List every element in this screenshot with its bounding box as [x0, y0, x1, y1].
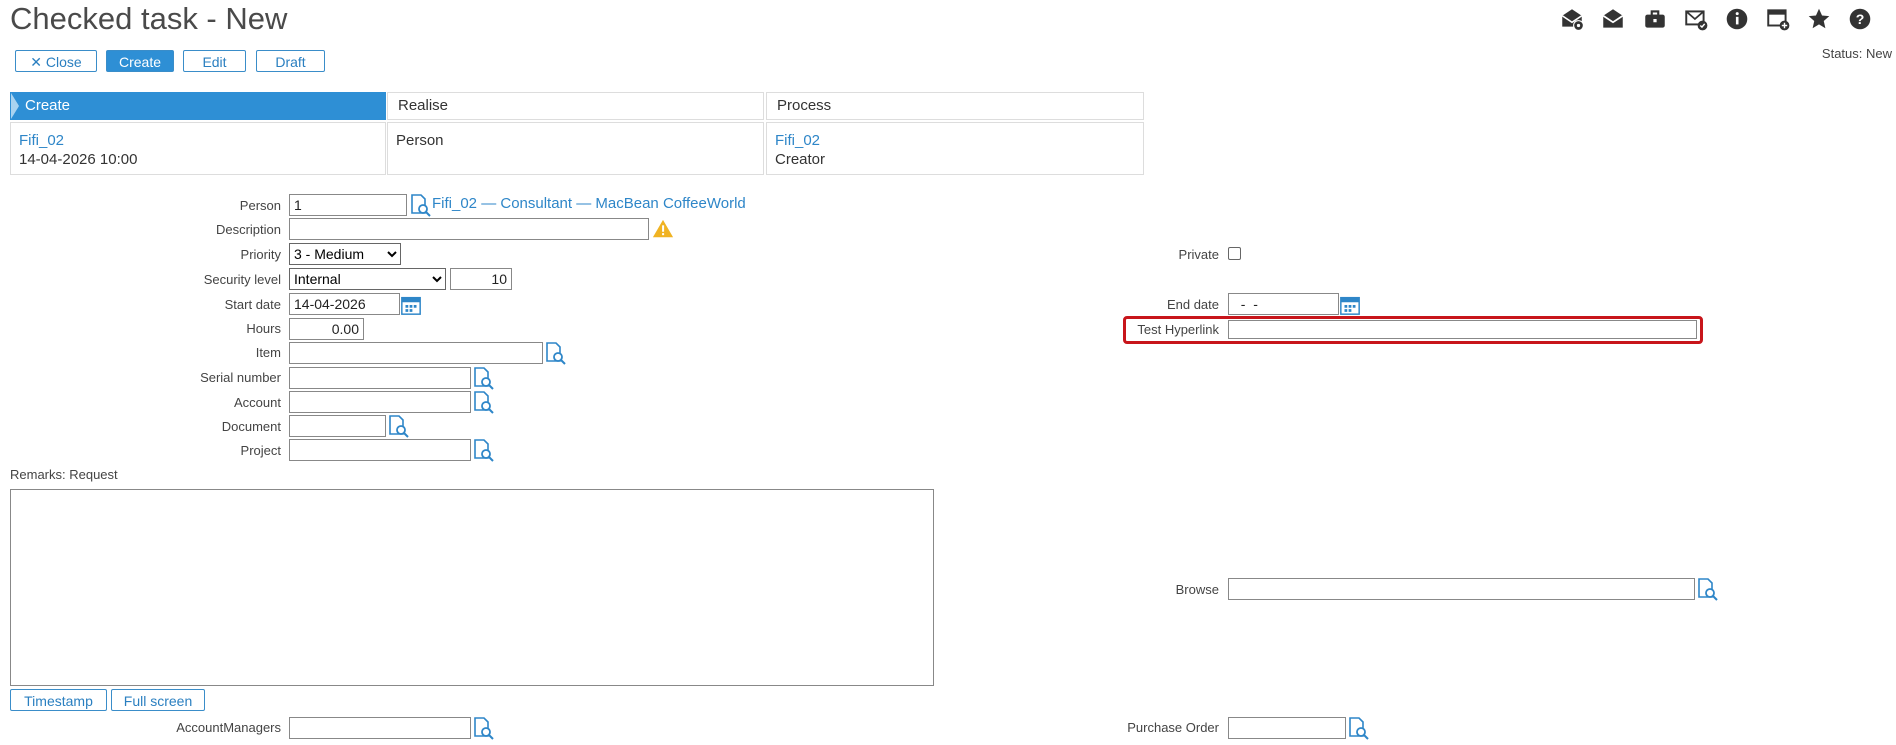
workflow-process-role: Creator — [775, 151, 826, 168]
item-label: Item — [255, 345, 281, 360]
security-level-select[interactable]: Internal — [289, 268, 446, 290]
item-input[interactable] — [289, 342, 543, 364]
workflow-process-header: Process — [766, 92, 1144, 120]
project-lookup-icon[interactable] — [471, 438, 495, 462]
draft-button[interactable]: Draft — [256, 50, 325, 72]
person-link[interactable]: Fifi_02 — Consultant — MacBean CoffeeWor… — [432, 195, 746, 212]
priority-select[interactable]: 3 - Medium — [289, 243, 401, 265]
timestamp-button[interactable]: Timestamp — [10, 689, 107, 711]
info-icon[interactable] — [1724, 6, 1750, 32]
browse-input[interactable] — [1228, 578, 1695, 600]
full-screen-button[interactable]: Full screen — [111, 689, 205, 711]
close-button-label: Close — [45, 54, 82, 70]
page-title: Checked task - New — [10, 1, 288, 36]
description-label: Description — [215, 222, 281, 237]
browse-label: Browse — [1175, 582, 1219, 597]
workflow-realise-value: Person — [396, 132, 444, 149]
account-managers-label: AccountManagers — [176, 720, 281, 735]
workflow-create-datetime: 14-04-2026 10:00 — [19, 151, 138, 168]
end-date-label: End date — [1166, 297, 1219, 312]
serial-number-lookup-icon[interactable] — [471, 366, 495, 390]
person-input[interactable] — [289, 194, 407, 216]
purchase-order-label: Purchase Order — [1127, 720, 1219, 735]
browse-lookup-icon[interactable] — [1695, 577, 1719, 601]
private-checkbox[interactable] — [1228, 247, 1241, 260]
workflow-realise-header: Realise — [387, 92, 764, 120]
close-button[interactable]: ✕ Close — [15, 50, 97, 72]
briefcase-icon[interactable] — [1642, 6, 1668, 32]
security-level-label: Security level — [203, 272, 281, 287]
open-envelope-icon[interactable] — [1600, 6, 1626, 32]
purchase-order-input[interactable] — [1228, 717, 1346, 739]
envelope-check-icon[interactable] — [1683, 6, 1709, 32]
account-managers-input[interactable] — [289, 717, 471, 739]
account-label: Account — [234, 395, 281, 410]
start-date-input[interactable] — [289, 293, 400, 315]
document-lookup-icon[interactable] — [386, 414, 410, 438]
person-label: Person — [239, 198, 281, 213]
star-icon[interactable] — [1806, 6, 1832, 32]
hours-input[interactable] — [289, 318, 364, 340]
warning-icon — [652, 218, 674, 240]
project-label: Project — [240, 443, 281, 458]
end-date-input[interactable] — [1228, 293, 1339, 315]
hours-label: Hours — [246, 321, 281, 336]
workflow-process-person-link[interactable]: Fifi_02 — [775, 131, 1135, 150]
envelope-settings-icon[interactable] — [1559, 6, 1585, 32]
help-icon[interactable]: ? — [1847, 6, 1873, 32]
test-hyperlink-input[interactable] — [1228, 320, 1697, 339]
purchase-order-lookup-icon[interactable] — [1346, 716, 1370, 740]
edit-button[interactable]: Edit — [183, 50, 246, 72]
person-lookup-icon[interactable] — [408, 193, 432, 217]
start-date-label: Start date — [224, 297, 281, 312]
workflow-create-header: Create — [10, 92, 386, 120]
project-input[interactable] — [289, 439, 471, 461]
workflow-create-cell: Fifi_02 14-04-2026 10:00 — [10, 122, 386, 175]
account-input[interactable] — [289, 391, 471, 413]
start-date-calendar-icon[interactable] — [400, 294, 422, 316]
close-icon: ✕ — [30, 54, 43, 70]
workflow-process-cell: Fifi_02 Creator — [766, 122, 1144, 175]
svg-text:?: ? — [1856, 11, 1865, 27]
status-text: Status: New — [1821, 46, 1892, 61]
workflow-create-person-link[interactable]: Fifi_02 — [19, 131, 377, 150]
account-lookup-icon[interactable] — [471, 390, 495, 414]
security-level-number-input[interactable] — [450, 268, 512, 290]
test-hyperlink-label: Test Hyperlink — [1137, 322, 1219, 337]
account-managers-lookup-icon[interactable] — [471, 716, 495, 740]
calendar-add-icon[interactable] — [1765, 6, 1791, 32]
remarks-label: Remarks: Request — [10, 467, 118, 482]
remarks-textarea[interactable] — [10, 489, 934, 686]
workflow-realise-cell: Person — [387, 122, 764, 175]
priority-label: Priority — [240, 247, 281, 262]
serial-number-label: Serial number — [200, 370, 281, 385]
description-input[interactable] — [289, 218, 649, 240]
document-label: Document — [221, 419, 281, 434]
serial-number-input[interactable] — [289, 367, 471, 389]
document-input[interactable] — [289, 415, 386, 437]
create-button[interactable]: Create — [106, 50, 174, 72]
item-lookup-icon[interactable] — [543, 341, 567, 365]
end-date-calendar-icon[interactable] — [1339, 294, 1361, 316]
private-label: Private — [1178, 247, 1219, 262]
